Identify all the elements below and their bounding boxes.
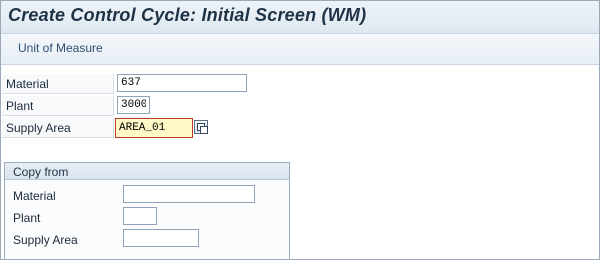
copy-from-title: Copy from <box>5 163 289 180</box>
page-title: Create Control Cycle: Initial Screen (WM… <box>8 5 367 25</box>
copy-material-field[interactable] <box>123 185 255 203</box>
plant-field[interactable] <box>117 96 150 114</box>
application-toolbar: Unit of Measure <box>1 34 599 65</box>
copy-from-group: Copy from Material Plant Supply Area <box>4 162 290 260</box>
plant-label: Plant <box>2 96 114 116</box>
unit-of-measure-button[interactable]: Unit of Measure <box>18 41 103 55</box>
copy-plant-label: Plant <box>13 211 41 225</box>
material-field[interactable] <box>117 74 247 92</box>
copy-plant-field[interactable] <box>123 207 157 225</box>
title-bar: Create Control Cycle: Initial Screen (WM… <box>1 1 599 34</box>
copy-supply-area-label: Supply Area <box>13 233 78 247</box>
supply-area-label: Supply Area <box>2 118 114 138</box>
value-help-icon[interactable] <box>194 120 208 134</box>
window: Create Control Cycle: Initial Screen (WM… <box>0 0 600 260</box>
supply-area-field[interactable] <box>115 118 193 138</box>
copy-supply-area-field[interactable] <box>123 229 199 247</box>
main-content: Material Plant Supply Area Copy from Mat… <box>1 65 599 260</box>
material-label: Material <box>2 74 114 94</box>
copy-material-label: Material <box>13 189 56 203</box>
